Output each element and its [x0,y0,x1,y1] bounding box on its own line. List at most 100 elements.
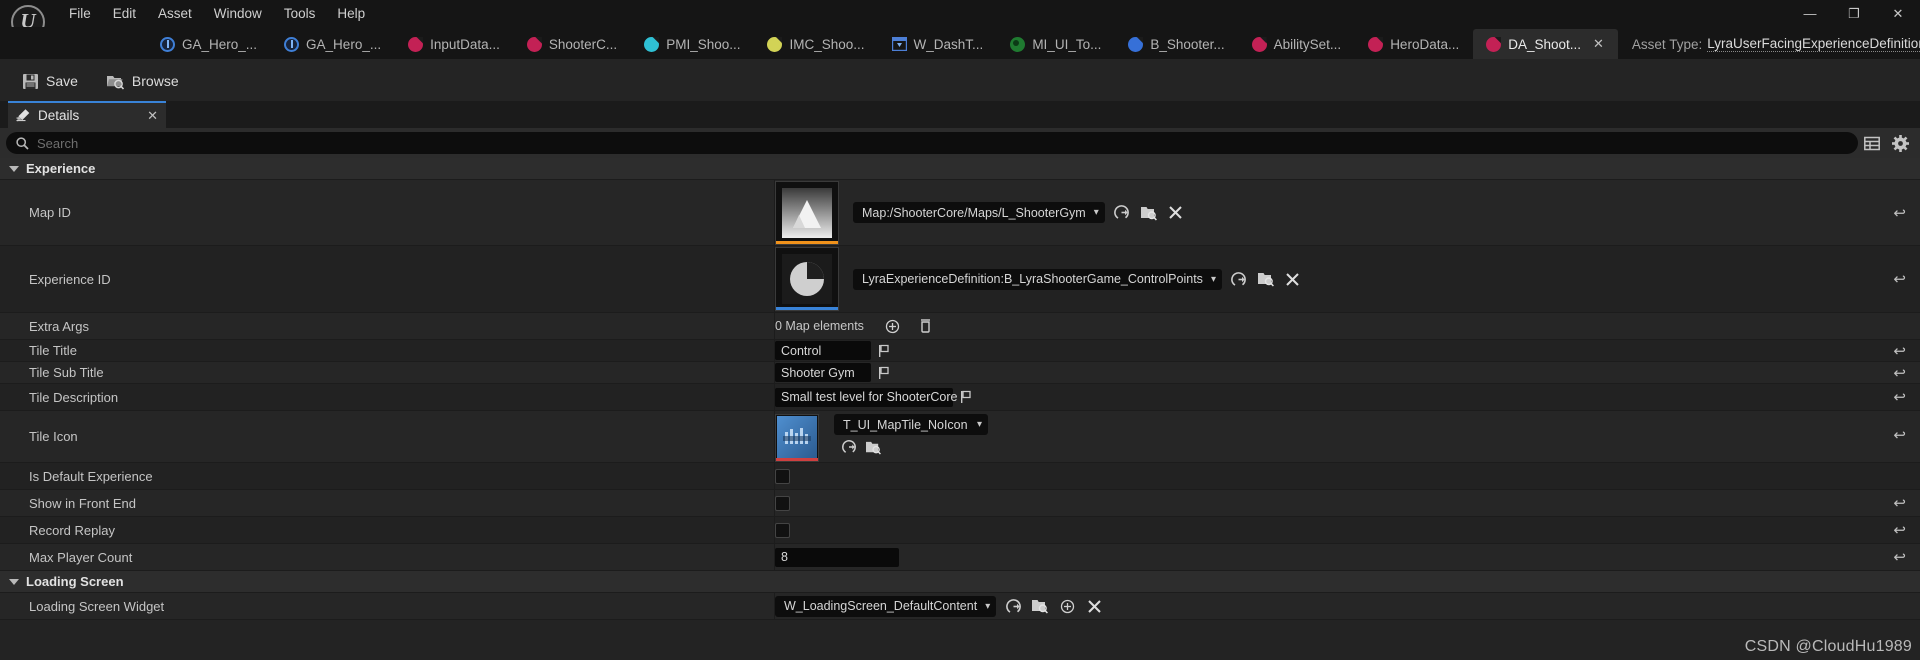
menu-item-tools[interactable]: Tools [273,0,327,27]
use-selected-asset-icon[interactable] [1256,269,1276,289]
asset-tab[interactable]: B_Shooter... [1115,29,1238,59]
tile-description-input[interactable]: Small test level for ShooterCore [775,387,957,407]
reset-arrow-icon[interactable]: ↩ [1893,426,1906,444]
data-asset-pie-thumbnail[interactable] [775,247,839,311]
gear-icon[interactable] [1886,129,1914,157]
clear-asset-icon[interactable] [1166,203,1186,223]
max-player-count-input[interactable]: 8 [775,547,899,567]
browse-button[interactable]: Browse [94,64,191,98]
table-row[interactable]: Experience ID LyraExperienceDefinition:B… [0,246,1920,313]
add-element-icon[interactable] [883,316,903,336]
table-row[interactable]: Extra Args 0 Map elements [0,313,1920,340]
loading-screen-widget-asset-picker[interactable]: W_LoadingScreen_DefaultContent ▾ [775,595,997,617]
table-row[interactable]: Max Player Count 8 ↩ [0,544,1920,571]
columns-icon[interactable] [1858,129,1886,157]
asset-tab[interactable]: DA_Shoot... ✕ [1473,29,1618,59]
reset-arrow-icon[interactable]: ↩ [1893,521,1906,539]
map-mountain-thumbnail[interactable] [775,180,839,245]
browse-to-asset-icon[interactable] [1112,203,1132,223]
asset-tab-label: W_DashT... [913,36,984,52]
search-box[interactable] [6,132,1858,154]
browse-to-asset-icon[interactable] [1229,269,1249,289]
asset-tab-label: GA_Hero_... [182,36,258,52]
menu-item-file[interactable]: File [58,0,102,27]
category-header-loading-screen[interactable]: Loading Screen [0,571,1920,593]
reset-arrow-icon[interactable]: ↩ [1893,204,1906,222]
browse-to-asset-icon[interactable] [1003,596,1023,616]
table-row[interactable]: Record Replay ↩ [0,517,1920,544]
tile-title-value: Control [781,343,822,358]
table-row[interactable]: Tile Icon T_UI_MapTile_NoIcon ▾ ↩ [0,411,1920,463]
new-asset-icon[interactable] [1057,596,1077,616]
menu-item-edit[interactable]: Edit [102,0,147,27]
asset-tab[interactable]: GA_Hero_... [271,29,395,59]
reset-arrow-icon[interactable]: ↩ [1893,364,1906,382]
asset-tab[interactable]: ShooterC... [514,29,631,59]
tab-details[interactable]: Details ✕ [8,101,166,128]
menu-item-help[interactable]: Help [326,0,376,27]
property-label: Max Player Count [0,544,775,570]
close-icon[interactable]: ✕ [1876,0,1920,27]
asset-tab-label: DA_Shoot... [1508,36,1582,52]
localization-flag-icon[interactable] [878,344,891,358]
reset-arrow-icon[interactable]: ↩ [1893,270,1906,288]
details-property-list[interactable]: Experience Map ID Map:/ShooterCore/Maps/… [0,158,1920,660]
experience-id-asset-picker[interactable]: LyraExperienceDefinition:B_LyraShooterGa… [853,268,1222,290]
map-id-asset-picker[interactable]: Map:/ShooterCore/Maps/L_ShooterGym ▾ [853,202,1105,223]
reset-arrow-icon[interactable]: ↩ [1893,494,1906,512]
asset-tab[interactable]: HeroData... [1355,29,1473,59]
menu-bar: File Edit Asset Window Tools Help [58,0,376,27]
asset-tab[interactable]: InputData... [395,29,514,59]
table-row[interactable]: Loading Screen Widget W_LoadingScreen_De… [0,593,1920,620]
asset-tab-label: GA_Hero_... [306,36,382,52]
delete-all-elements-icon[interactable] [916,316,936,336]
table-row[interactable]: Show in Front End ↩ [0,490,1920,517]
texture-thumbnail[interactable] [775,414,819,462]
reset-arrow-icon[interactable]: ↩ [1893,548,1906,566]
menu-item-asset[interactable]: Asset [147,0,203,27]
is-default-experience-checkbox[interactable] [775,468,790,484]
menu-item-window[interactable]: Window [203,0,273,27]
chevron-down-icon: ▾ [976,419,982,430]
localization-flag-icon[interactable] [960,390,973,404]
use-selected-asset-icon[interactable] [1139,203,1159,223]
browse-to-asset-icon[interactable] [839,437,859,457]
maximize-icon[interactable]: ❐ [1832,0,1876,27]
minimize-icon[interactable]: — [1788,0,1832,27]
tile-icon-asset-picker[interactable]: T_UI_MapTile_NoIcon ▾ [834,414,988,435]
clear-asset-icon[interactable] [1283,269,1303,289]
asset-tab[interactable]: MI_UI_To... [997,29,1115,59]
table-row[interactable]: Is Default Experience [0,463,1920,490]
close-asset-tab-icon[interactable]: ✕ [1593,36,1604,52]
search-input[interactable] [37,135,1848,151]
table-row[interactable]: Tile Sub Title Shooter Gym ↩ [0,362,1920,384]
asset-tab[interactable]: PMI_Shoo... [631,29,754,59]
reset-arrow-icon[interactable]: ↩ [1893,342,1906,360]
data-asset-icon [1128,36,1144,52]
use-selected-asset-icon[interactable] [1030,596,1050,616]
experience-id-asset-value: LyraExperienceDefinition:B_LyraShooterGa… [862,272,1203,286]
use-selected-asset-icon[interactable] [863,437,883,457]
browse-button-label: Browse [131,73,179,89]
asset-tab[interactable]: W_DashT... [879,29,998,59]
asset-tab[interactable]: AbilitySet... [1239,29,1356,59]
table-row[interactable]: Tile Description Small test level for Sh… [0,384,1920,411]
show-in-front-end-checkbox[interactable] [775,495,790,511]
asset-tab[interactable]: GA_Hero_... [147,29,271,59]
category-header-experience[interactable]: Experience [0,158,1920,180]
close-details-tab-icon[interactable]: ✕ [147,108,158,124]
localization-flag-icon[interactable] [878,366,891,380]
asset-type-value[interactable]: LyraUserFacingExperienceDefinition [1707,36,1920,52]
tile-title-input[interactable]: Control [775,341,871,360]
data-asset-icon [1251,36,1267,52]
clear-asset-icon[interactable] [1084,596,1104,616]
tile-sub-title-input[interactable]: Shooter Gym [775,363,871,382]
record-replay-checkbox[interactable] [775,522,790,538]
chevron-down-icon: ▾ [985,600,991,612]
table-row[interactable]: Tile Title Control ↩ [0,340,1920,362]
asset-tab[interactable]: IMC_Shoo... [754,29,878,59]
save-button[interactable]: Save [10,64,90,98]
table-row[interactable]: Map ID Map:/ShooterCore/Maps/L_ShooterGy… [0,180,1920,246]
reset-arrow-icon[interactable]: ↩ [1893,388,1906,406]
category-label: Loading Screen [26,574,124,589]
